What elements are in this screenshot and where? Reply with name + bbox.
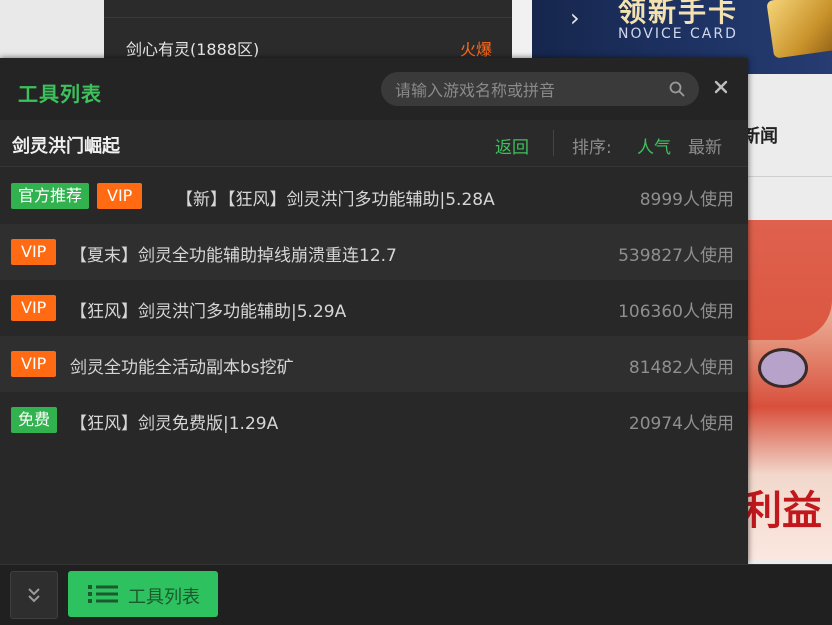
anime-character-artwork[interactable]: 利益 (748, 220, 832, 560)
server-list: 剑心有灵(1888区) 火爆 (104, 0, 512, 60)
vip-badge: VIP (11, 351, 57, 377)
artwork-hair (748, 220, 832, 340)
sort-newest-option[interactable]: 最新 (688, 133, 722, 158)
game-name: 剑灵洪门崛起 (12, 136, 120, 157)
server-status-hot: 火爆 (459, 40, 492, 59)
vip-badge: VIP (11, 295, 57, 321)
chevron-right-icon: › (570, 4, 580, 32)
news-divider (748, 176, 832, 177)
tool-row[interactable]: VIP 【狂风】剑灵洪门多功能辅助|5.29A 106360人使用 (0, 280, 748, 336)
tool-badges: 官方推荐 VIP (11, 183, 143, 209)
tool-list-panel: 工具列表 剑灵洪门崛起 返回 排序: 人气 最新 官方推荐 VIP 【新】【狂风… (0, 58, 748, 564)
tool-name[interactable]: 【狂风】剑灵免费版|1.29A (70, 409, 278, 434)
tool-row[interactable]: 官方推荐 VIP 【新】【狂风】剑灵洪门多功能辅助|5.28A 8999人使用 (0, 168, 748, 224)
tool-user-count: 106360人使用 (618, 302, 734, 322)
double-chevron-down-icon (28, 588, 40, 603)
close-icon[interactable] (712, 78, 730, 96)
tool-user-count: 20974人使用 (628, 414, 734, 434)
tool-badges: VIP (11, 295, 57, 321)
tool-name[interactable]: 【新】【狂风】剑灵洪门多功能辅助|5.28A (176, 185, 495, 210)
free-badge: 免费 (11, 407, 58, 433)
tool-name[interactable]: 【狂风】剑灵洪门多功能辅助|5.29A (70, 297, 346, 322)
tool-list-button-label: 工具列表 (128, 587, 200, 608)
search-icon[interactable] (669, 81, 685, 97)
gold-card-image (766, 0, 832, 59)
tool-name[interactable]: 【夏末】剑灵全功能辅助掉线崩溃重连12.7 (70, 241, 397, 266)
sort-popular-option[interactable]: 人气 (637, 133, 671, 158)
vip-badge: VIP (97, 183, 143, 209)
tool-badges: VIP (11, 239, 57, 265)
search-input[interactable] (393, 72, 661, 108)
tool-list: 官方推荐 VIP 【新】【狂风】剑灵洪门多功能辅助|5.28A 8999人使用 … (0, 168, 748, 448)
tool-badges: 免费 (11, 407, 58, 433)
official-recommend-badge: 官方推荐 (11, 183, 90, 209)
tool-user-count: 81482人使用 (628, 358, 734, 378)
background-right-panel: 新闻 利益 (742, 74, 832, 564)
tool-badges: VIP (11, 351, 57, 377)
tool-row[interactable]: VIP 剑灵全功能全活动副本bs挖矿 81482人使用 (0, 336, 748, 392)
server-list-row (104, 0, 512, 18)
panel-header: 工具列表 (0, 58, 748, 120)
collapse-button[interactable] (10, 571, 58, 619)
banner-subtitle: NOVICE CARD (618, 26, 738, 42)
list-icon (88, 585, 118, 603)
search-box (381, 72, 699, 108)
sort-label: 排序: (572, 138, 612, 158)
subbar-divider (553, 130, 554, 156)
background-left-strip (0, 0, 104, 58)
artwork-eye (758, 348, 808, 388)
tool-name[interactable]: 剑灵全功能全活动副本bs挖矿 (70, 353, 294, 378)
bottom-bar: 工具列表 (0, 564, 832, 625)
tool-user-count: 539827人使用 (618, 246, 734, 266)
game-subbar: 剑灵洪门崛起 返回 排序: 人气 最新 (0, 120, 748, 167)
tool-user-count: 8999人使用 (639, 190, 734, 210)
artwork-text: 利益 (748, 488, 822, 534)
tool-row[interactable]: 免费 【狂风】剑灵免费版|1.29A 20974人使用 (0, 392, 748, 448)
tool-list-button[interactable]: 工具列表 (68, 571, 218, 617)
vip-badge: VIP (11, 239, 57, 265)
background-gap (512, 0, 532, 58)
tool-row[interactable]: VIP 【夏末】剑灵全功能辅助掉线崩溃重连12.7 539827人使用 (0, 224, 748, 280)
panel-title: 工具列表 (18, 82, 102, 106)
back-link[interactable]: 返回 (495, 133, 529, 158)
server-item-name[interactable]: 剑心有灵(1888区) (126, 36, 259, 60)
